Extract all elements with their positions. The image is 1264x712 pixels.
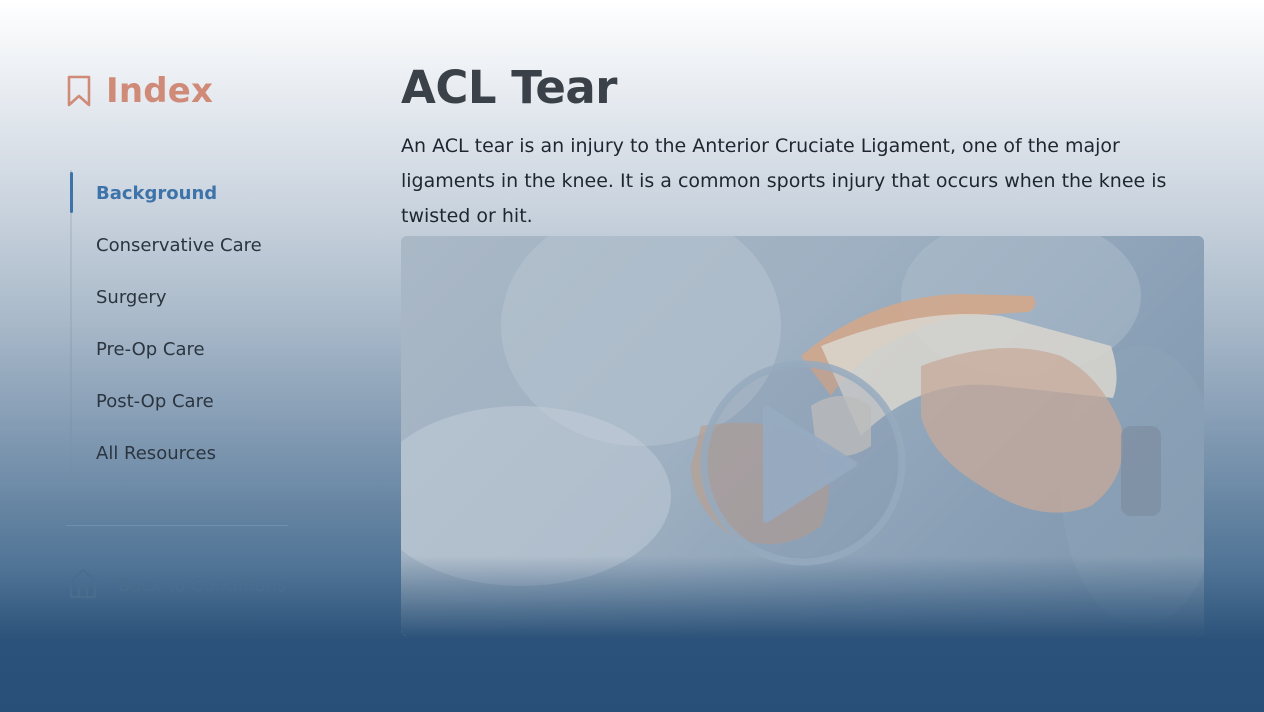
sidebar-nav: Background Conservative Care Surgery Pre… [70, 170, 302, 482]
index-header: Index [66, 64, 306, 118]
sidebar-divider [66, 525, 288, 526]
main-content: ACL Tear An ACL tear is an injury to the… [401, 58, 1204, 253]
sidebar-item-conservative-care[interactable]: Conservative Care [72, 222, 302, 274]
index-title: Index [106, 71, 214, 111]
sidebar-item-all-resources[interactable]: All Resources [72, 430, 302, 482]
sidebar-item-surgery[interactable]: Surgery [72, 274, 302, 326]
video-fade-overlay [401, 556, 1204, 636]
back-to-conditions-label: Back to Conditions [118, 574, 287, 596]
sidebar-item-background[interactable]: Background [70, 170, 302, 222]
page-title: ACL Tear [401, 61, 618, 114]
play-icon[interactable] [700, 360, 906, 566]
back-to-conditions-link[interactable]: Back to Conditions [68, 568, 287, 602]
video-player[interactable] [401, 236, 1204, 636]
page-description: An ACL tear is an injury to the Anterior… [401, 135, 1167, 227]
sidebar: Index Background Conservative Care Surge… [66, 64, 306, 599]
sidebar-item-pre-op-care[interactable]: Pre-Op Care [72, 326, 302, 378]
sidebar-item-post-op-care[interactable]: Post-Op Care [72, 378, 302, 430]
home-icon [68, 567, 98, 603]
bookmark-icon [66, 74, 92, 108]
